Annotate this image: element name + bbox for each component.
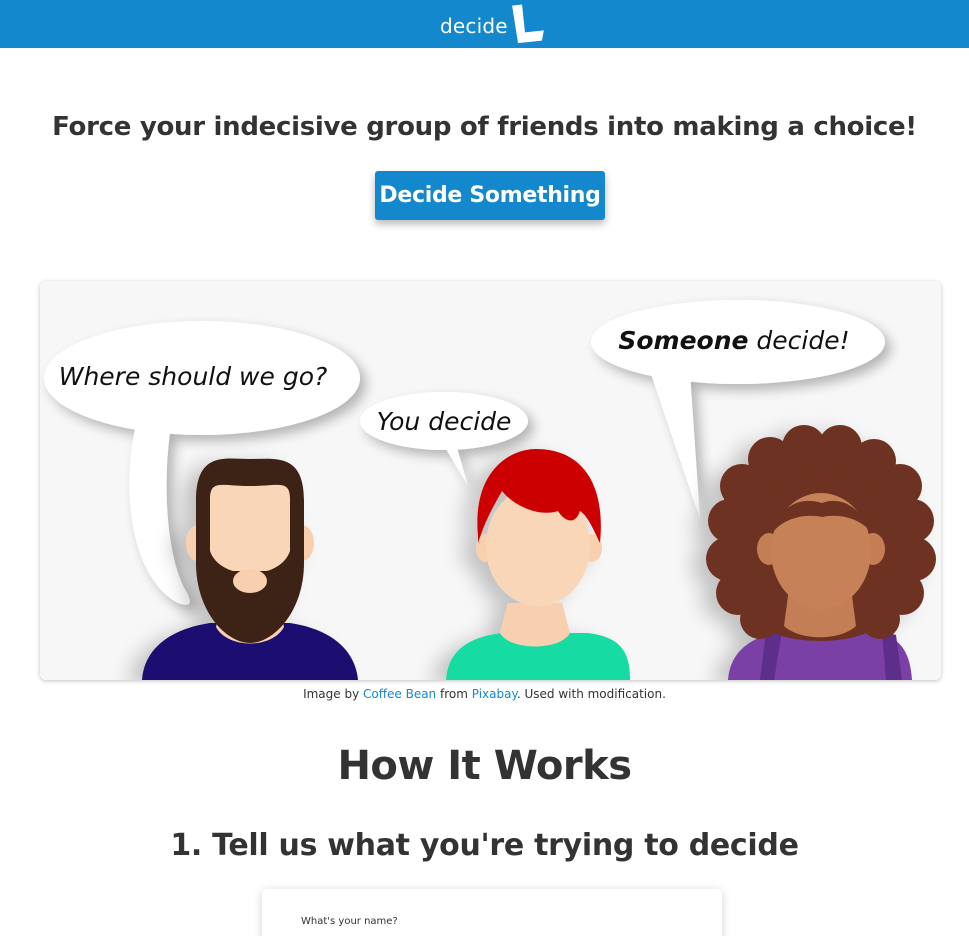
step-1-text: Tell us what you're trying to decide	[202, 828, 799, 863]
credit-middle: from	[436, 687, 472, 701]
brand-logo-link[interactable]: decide	[440, 3, 546, 45]
hero-illustration: Where should we go? You decide Someone d…	[40, 281, 941, 680]
image-credit: Image by Coffee Bean from Pixabay. Used …	[0, 687, 969, 701]
friends-illustration-image: Where should we go? You decide Someone d…	[40, 281, 941, 680]
credit-suffix: . Used with modification.	[516, 687, 666, 701]
top-navbar: decide	[0, 0, 969, 48]
name-field-label: What's your name?	[301, 916, 398, 927]
brand-l-logo-icon	[511, 4, 544, 44]
how-it-works-title: How It Works	[337, 743, 632, 789]
speech-bubble-2-text: You decide	[377, 407, 512, 436]
speech-bubble-3-text: Someone decide!	[618, 326, 849, 355]
credit-source-link[interactable]: Pixabay	[472, 687, 517, 701]
decide-something-button[interactable]: Decide Something	[375, 171, 605, 220]
speech-bubble-3-rest: decide!	[748, 326, 849, 355]
speech-bubble-1-text: Where should we go?	[59, 362, 328, 391]
credit-prefix: Image by	[303, 687, 364, 701]
brand-name: decide	[440, 14, 508, 38]
speech-bubble-3-bold: Someone	[618, 326, 748, 355]
step-1-title: 1. Tell us what you're trying to decide	[0, 828, 969, 863]
step-1-example-card: What's your name?	[262, 889, 722, 936]
step-1-number: 1.	[170, 828, 203, 863]
hero-tagline: Force your indecisive group of friends i…	[52, 112, 917, 142]
credit-author-link[interactable]: Coffee Bean	[363, 687, 436, 701]
